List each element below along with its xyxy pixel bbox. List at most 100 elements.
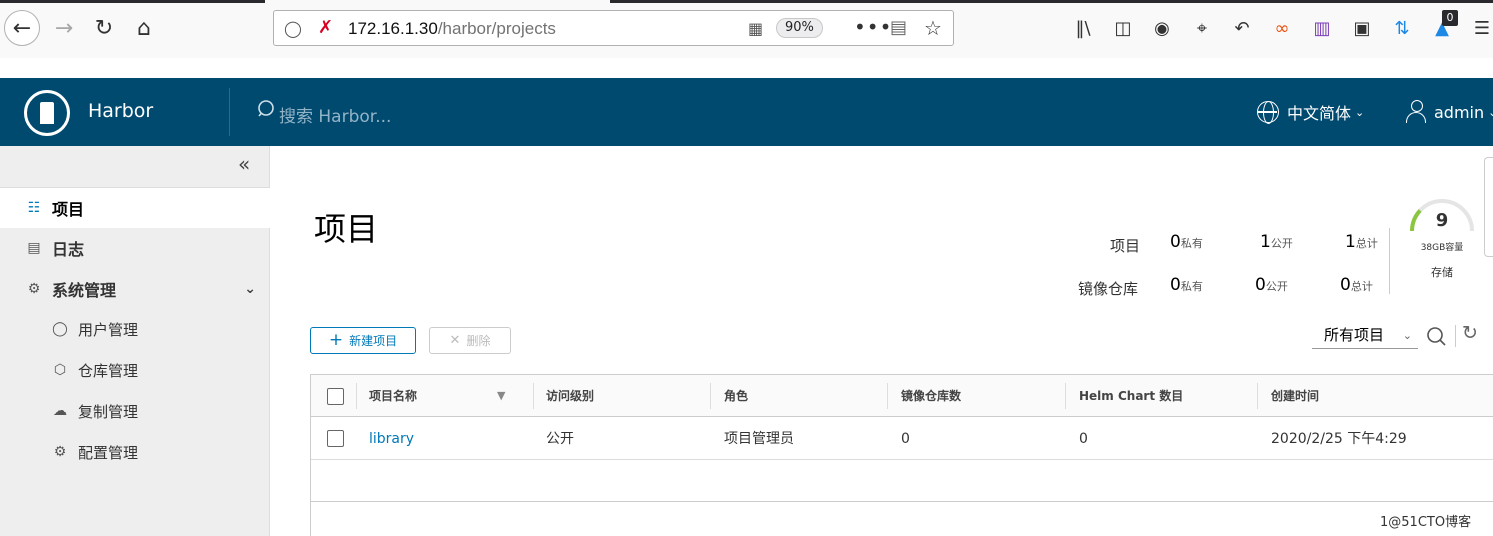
created-time-cell: 2020/2/25 下午4:29: [1271, 431, 1407, 447]
insecure-lock-icon[interactable]: ✗: [318, 17, 333, 38]
side-panel-handle[interactable]: [1484, 157, 1493, 257]
column-divider: [1065, 383, 1066, 409]
sidebar-item-configuration[interactable]: ⚙ 配置管理: [0, 432, 270, 472]
url-text[interactable]: 172.16.1.30/harbor/projects: [348, 19, 556, 39]
replication-icon: ☁: [53, 403, 67, 419]
reload-button[interactable]: ↻: [86, 10, 122, 46]
column-header-repos[interactable]: 镜像仓库数: [901, 375, 961, 417]
role-cell: 项目管理员: [724, 431, 794, 447]
stats-repos-label: 镜像仓库: [1078, 280, 1139, 298]
config-icon: ⚙: [53, 444, 67, 460]
zoom-level-badge[interactable]: 90%: [776, 18, 823, 38]
chart-count-cell: 0: [1079, 431, 1088, 447]
language-label: 中文简体: [1287, 104, 1352, 123]
access-level-cell: 公开: [546, 431, 574, 447]
search-icon[interactable]: [256, 98, 276, 122]
sidebar-item-registries[interactable]: ⬡ 仓库管理: [0, 350, 270, 390]
sidebar-item-logs[interactable]: ▤ 日志: [0, 228, 270, 268]
chevron-down-icon[interactable]: ⌄: [244, 281, 256, 297]
account-icon[interactable]: ◉: [1150, 16, 1174, 40]
project-filter-select[interactable]: 所有项目 ⌄: [1312, 323, 1418, 349]
chevron-down-icon: ⌄: [1402, 329, 1412, 342]
column-header-name[interactable]: 项目名称: [369, 375, 417, 417]
project-icon: ☷: [27, 200, 41, 216]
filter-value: 所有项目: [1324, 326, 1385, 344]
projects-table: 项目名称 ▼ 访问级别 角色 镜像仓库数 Helm Chart 数目 创建时间 …: [310, 374, 1493, 536]
home-button[interactable]: ⌂: [126, 10, 162, 46]
forward-button[interactable]: →: [46, 10, 82, 46]
storage-value: 9: [1435, 210, 1449, 231]
admin-icon: ⚙: [27, 281, 41, 297]
pocket-icon[interactable]: ▤: [890, 17, 907, 38]
storage-gauge: [1410, 199, 1474, 232]
refresh-icon[interactable]: ↻: [1462, 322, 1478, 344]
browser-toolbar: ← → ↻ ⌂ ◯ ✗ 172.16.1.30/harbor/projects …: [0, 0, 1493, 58]
toolbar-divider: [1455, 325, 1456, 347]
log-icon: ▤: [27, 240, 41, 256]
header-divider: [229, 88, 230, 136]
pdf-icon[interactable]: ▥: [1310, 16, 1334, 40]
sidebar-item-label: 配置管理: [78, 443, 139, 462]
tab-strip-edge: [0, 0, 1493, 3]
page-actions-icon[interactable]: •••: [854, 15, 892, 39]
filter-icon[interactable]: ▼: [497, 375, 505, 417]
repos-public-count: 0公开: [1255, 275, 1288, 295]
sidebar-item-label: 项目: [52, 200, 85, 219]
crop-icon[interactable]: ⌖: [1190, 16, 1214, 40]
back-button[interactable]: ←: [4, 10, 40, 46]
column-divider: [887, 383, 888, 409]
column-header-access[interactable]: 访问级别: [546, 375, 594, 417]
new-project-button[interactable]: + 新建项目: [310, 327, 416, 354]
projects-total-count: 1总计: [1345, 232, 1378, 252]
qr-code-icon[interactable]: ▦: [748, 19, 763, 38]
sidebar-item-projects[interactable]: ☷ 项目: [0, 188, 270, 228]
global-search-input[interactable]: 搜索 Harbor...: [279, 102, 391, 127]
sidebar-item-replications[interactable]: ☁ 复制管理: [0, 391, 270, 431]
puzzle-extension-icon[interactable]: ▣: [1350, 16, 1374, 40]
stats-divider: [1389, 228, 1390, 294]
row-checkbox[interactable]: [327, 430, 344, 447]
watermark: 1@51CTO博客: [1380, 515, 1472, 530]
column-header-created[interactable]: 创建时间: [1271, 375, 1319, 417]
harbor-logo-icon[interactable]: [24, 90, 70, 136]
repos-total-count: 0总计: [1340, 275, 1373, 295]
infinity-extension-icon[interactable]: ∞: [1270, 16, 1294, 40]
shield-icon[interactable]: ◯: [284, 19, 302, 38]
sidebar-item-label: 系统管理: [52, 281, 117, 300]
user-menu[interactable]: admin ⌄: [1406, 100, 1493, 124]
library-icon[interactable]: ‖\: [1071, 16, 1095, 40]
storage-label: 存储: [1431, 266, 1453, 279]
sidebar-icon[interactable]: ◫: [1111, 16, 1135, 40]
app-header: Harbor 搜索 Harbor... 中文简体 ⌄ admin ⌄: [0, 78, 1493, 146]
sidebar-item-users[interactable]: ◯ 用户管理: [0, 309, 270, 349]
undo-icon[interactable]: ↶: [1230, 16, 1254, 40]
url-bar[interactable]: ◯ ✗ 172.16.1.30/harbor/projects ▦ 90% ••…: [273, 10, 954, 46]
plus-icon: +: [328, 330, 344, 350]
sidebar-item-label: 仓库管理: [78, 361, 139, 380]
search-icon[interactable]: [1425, 323, 1447, 349]
sync-icon[interactable]: ⇅: [1390, 16, 1414, 40]
sidebar: « ☷ 项目 ▤ 日志 ⚙ 系统管理 ⌄ ◯ 用户管理 ⬡ 仓库管理 ☁ 复制管…: [0, 146, 270, 536]
repos-private-count: 0私有: [1170, 275, 1203, 295]
delete-button[interactable]: ✕ 删除: [429, 327, 511, 354]
repo-count-cell: 0: [901, 431, 910, 447]
globe-icon: [1257, 101, 1279, 124]
language-selector[interactable]: 中文简体 ⌄: [1257, 100, 1364, 124]
ghost-extension-icon[interactable]: ▲ 0: [1430, 10, 1458, 40]
column-divider: [356, 383, 357, 409]
column-header-charts[interactable]: Helm Chart 数目: [1079, 375, 1183, 417]
brand-name[interactable]: Harbor: [88, 100, 153, 122]
sidebar-item-label: 用户管理: [78, 320, 139, 339]
menu-icon[interactable]: ☰: [1470, 16, 1493, 40]
sidebar-item-administration[interactable]: ⚙ 系统管理 ⌄: [0, 269, 270, 309]
projects-private-count: 0私有: [1170, 232, 1203, 252]
select-all-checkbox[interactable]: [327, 388, 344, 405]
collapse-sidebar-icon[interactable]: «: [238, 152, 250, 176]
page-title: 项目: [314, 210, 379, 248]
chevron-down-icon: ⌄: [1355, 105, 1365, 119]
table-footer-divider: [311, 501, 1493, 502]
storage-capacity: 38GB容量: [1420, 243, 1464, 253]
project-name-link[interactable]: library: [369, 418, 414, 460]
column-header-role[interactable]: 角色: [724, 375, 748, 417]
bookmark-star-icon[interactable]: ☆: [924, 16, 942, 40]
